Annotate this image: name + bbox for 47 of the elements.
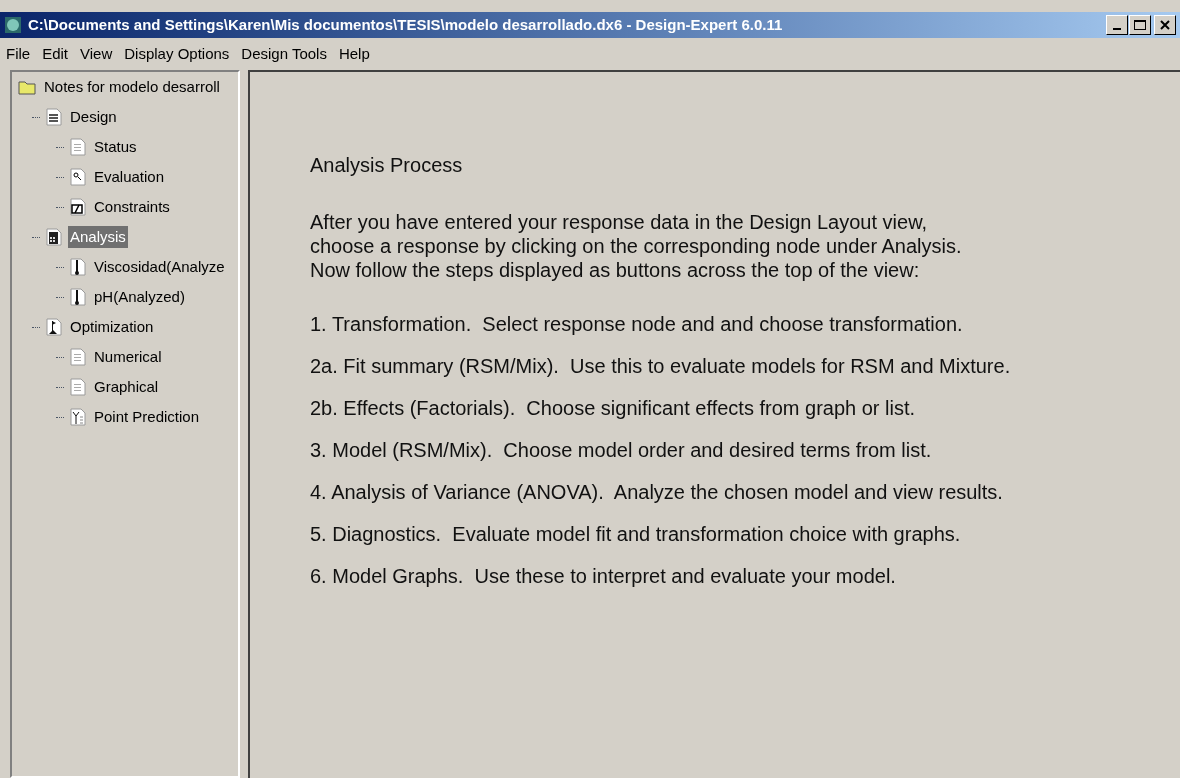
tree-item[interactable]: Notes for modelo desarroll xyxy=(42,75,222,99)
tree-item[interactable]: Graphical xyxy=(92,375,161,399)
prediction-icon xyxy=(70,408,86,426)
intro-line: choose a response by clicking on the corresponding node under Analysis. xyxy=(310,234,963,258)
chart-icon xyxy=(70,198,86,216)
document-icon xyxy=(70,378,86,396)
tree-item[interactable]: Point Prediction xyxy=(92,405,202,429)
close-button[interactable] xyxy=(1154,15,1176,35)
thermometer-icon xyxy=(70,258,86,276)
tree-item[interactable]: Evaluation xyxy=(92,165,167,189)
step-text: 6. Model Graphs. Use these to interpret and evaluate your model. xyxy=(310,564,897,588)
step-text: 4. Analysis of Variance (ANOVA). Analyze the chosen model and view results. xyxy=(310,480,1004,504)
minimize-button[interactable] xyxy=(1106,15,1128,35)
tree-item[interactable]: Constraints xyxy=(92,195,172,219)
document-icon xyxy=(70,138,86,156)
step-text: 2b. Effects (Factorials). Choose significant effects from graph or list. xyxy=(310,396,917,420)
folder-icon xyxy=(18,79,36,95)
menu-item[interactable]: Edit xyxy=(42,42,69,66)
menu-item[interactable]: Design Tools xyxy=(241,42,327,66)
document-icon xyxy=(70,348,86,366)
tree-item[interactable]: Viscosidad(Analyze xyxy=(92,255,227,279)
tree-item[interactable]: Analysis xyxy=(68,225,128,249)
flag-icon xyxy=(46,318,62,336)
step-text: 3. Model (RSM/Mix). Choose model order and desired terms from list. xyxy=(310,438,933,462)
thermometer-icon xyxy=(70,288,86,306)
intro-line: Now follow the steps displayed as buttons across the top of the view: xyxy=(310,258,921,282)
search-icon xyxy=(70,168,86,186)
maximize-button[interactable] xyxy=(1129,15,1151,35)
menu-item[interactable]: Help xyxy=(338,42,370,66)
window-title: C:\Documents and Settings\Karen\Mis documentos\TESIS\modelo desarrollado.dx6 - Design-Expert 6.0.11 xyxy=(28,14,784,35)
menu-item[interactable]: File xyxy=(6,42,31,66)
step-text: 5. Diagnostics. Evaluate model fit and transformation choice with graphs. xyxy=(310,522,962,546)
table-icon xyxy=(46,108,62,126)
app-icon xyxy=(4,16,22,34)
step-text: 1. Transformation. Select response node and and choose transformation. xyxy=(310,312,964,336)
tree-item[interactable]: Status xyxy=(92,135,139,159)
tree-item[interactable]: Optimization xyxy=(68,315,156,339)
tree-item[interactable]: Numerical xyxy=(92,345,164,369)
menu-item[interactable]: Display Options xyxy=(124,42,230,66)
heading: Analysis Process xyxy=(310,153,464,178)
calculator-icon xyxy=(46,228,62,246)
step-text: 2a. Fit summary (RSM/Mix). Use this to evaluate models for RSM and Mixture. xyxy=(310,354,1012,378)
menu-item[interactable]: View xyxy=(80,42,113,66)
tree-item[interactable]: Design xyxy=(68,105,119,129)
intro-line: After you have entered your response data in the Design Layout view, xyxy=(310,210,929,234)
close-icon xyxy=(1160,20,1170,30)
tree-item[interactable]: pH(Analyzed) xyxy=(92,285,187,309)
